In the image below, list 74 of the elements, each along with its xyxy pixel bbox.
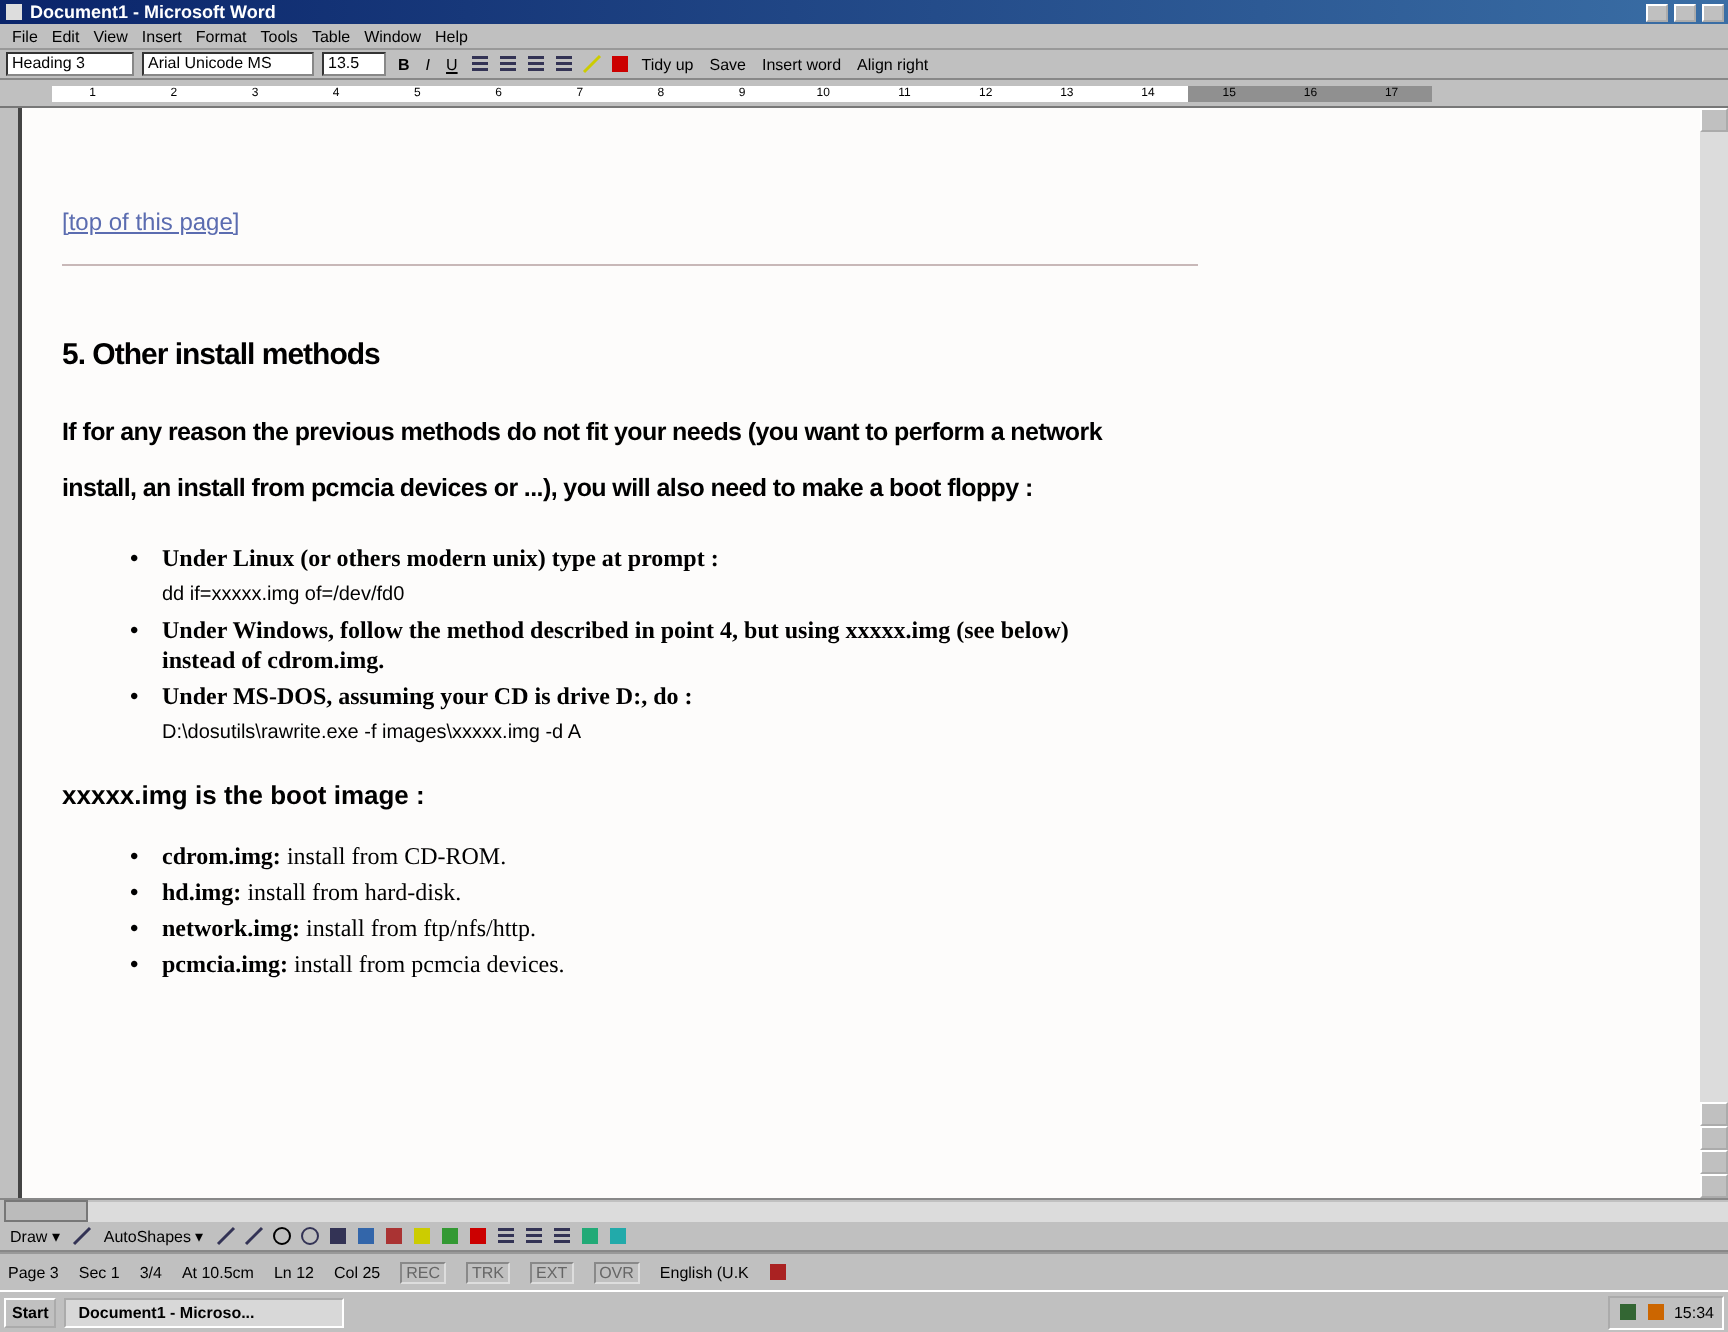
underline-button[interactable]: U	[442, 53, 462, 75]
status-mode: EXT	[530, 1261, 574, 1283]
bullet: •	[130, 948, 141, 982]
line-icon[interactable]	[215, 1226, 236, 1246]
menu-item[interactable]: Insert	[141, 27, 182, 45]
toolbar-button[interactable]: Tidy up	[637, 53, 698, 75]
bullet: •	[130, 544, 141, 576]
tray-icon[interactable]	[1617, 1302, 1638, 1322]
previous-page-button[interactable]	[1700, 1126, 1728, 1150]
close-button[interactable]	[1702, 3, 1724, 21]
bullet: •	[130, 912, 141, 946]
list-item-text: network.img: install from ftp/nfs/http.	[162, 912, 536, 946]
maximize-button[interactable]	[1674, 3, 1696, 21]
bullet: •	[130, 682, 141, 714]
paragraph: If for any reason the previous methods do not fit your needs (you want to perform a network install, an install from pcmcia devices or ...), you will also need to make a boot floppy :	[62, 416, 1105, 506]
status-text: Page 3	[8, 1263, 59, 1281]
status-text: 3/4	[139, 1263, 162, 1281]
status-mode: REC	[400, 1261, 447, 1283]
font-size-dropdown[interactable]: 13.5	[322, 52, 386, 76]
list-item-text: Under MS-DOS, assuming your CD is drive D:, do :	[162, 682, 693, 710]
draw-menu-button[interactable]: Draw ▾	[6, 1225, 64, 1247]
toolbar-button[interactable]: Align right	[853, 53, 933, 75]
status-mode: OVR	[593, 1261, 640, 1283]
bullet: •	[130, 840, 141, 874]
bold-button[interactable]: B	[394, 53, 414, 75]
menu-item[interactable]: View	[93, 27, 128, 45]
list-item-text: Under Linux (or others modern unix) type at prompt :	[162, 544, 719, 572]
taskbar-button[interactable]: Document1 - Microso...	[64, 1297, 345, 1327]
menu-item[interactable]: Edit	[51, 27, 80, 45]
style-dropdown[interactable]: Heading 3	[6, 52, 134, 76]
command-text: D:\dosutils\rawrite.exe -f images\xxxxx.img -d A	[162, 720, 584, 748]
scroll-up-button[interactable]	[1700, 108, 1728, 132]
browse-object-button[interactable]	[1700, 1150, 1728, 1174]
list-item-text: cdrom.img: install from CD-ROM.	[162, 840, 507, 874]
align-left-icon[interactable]	[469, 54, 490, 74]
next-page-button[interactable]	[1700, 1174, 1728, 1198]
menu-item[interactable]: Window	[364, 27, 422, 45]
list-item-text: pcmcia.img: install from pcmcia devices.	[162, 948, 565, 982]
align-right-icon[interactable]	[525, 54, 546, 74]
bullet: •	[130, 616, 141, 648]
list-item-text: hd.img: install from hard-disk.	[162, 876, 462, 910]
font-dropdown[interactable]: Arial Unicode MS	[142, 52, 314, 76]
status-text: At 10.5cm	[181, 1263, 254, 1281]
status-text: Sec 1	[78, 1263, 120, 1281]
tray-icon[interactable]	[1645, 1302, 1666, 1322]
menu-item[interactable]: File	[12, 27, 38, 45]
minimize-button[interactable]	[1646, 3, 1668, 21]
toolbar-button[interactable]: Save	[705, 53, 750, 75]
scroll-down-button[interactable]	[1700, 1102, 1728, 1126]
horizontal-scrollbar[interactable]	[88, 1201, 1728, 1221]
autoshapes-button[interactable]: AutoShapes ▾	[99, 1225, 208, 1247]
status-text: Col 25	[334, 1263, 381, 1281]
window-title: Document1 - Microsoft Word	[30, 2, 278, 22]
align-center-icon[interactable]	[497, 54, 518, 74]
subheading: xxxxx.img is the boot image :	[62, 780, 427, 810]
toolbar-button[interactable]: Insert word	[757, 53, 846, 75]
oval-icon[interactable]	[299, 1226, 320, 1246]
justify-icon[interactable]	[553, 54, 574, 74]
status-text: Ln 12	[273, 1263, 314, 1281]
bullet: •	[130, 876, 141, 910]
clock: 15:34	[1673, 1303, 1714, 1321]
menu-item[interactable]: Tools	[260, 27, 298, 45]
section-heading: 5. Other install methods	[62, 338, 382, 372]
list-item-text: Under Windows, follow the method described in point 4, but using xxxxx.img (see below) instead of cdrom.img.	[162, 616, 1069, 674]
italic-button[interactable]: I	[421, 53, 435, 75]
menu-item[interactable]: Help	[435, 27, 468, 45]
start-button[interactable]: Start	[4, 1297, 57, 1327]
command-text: dd if=xxxxx.img of=/dev/fd0	[162, 582, 407, 610]
menu-item[interactable]: Format	[195, 27, 247, 45]
status-mode: TRK	[466, 1261, 511, 1283]
menu-item[interactable]: Table	[311, 27, 351, 45]
vertical-scrollbar[interactable]	[1700, 108, 1728, 1198]
top-of-page-link[interactable]: [top of this page]	[62, 208, 240, 236]
language-text: English (U.K	[659, 1263, 749, 1281]
